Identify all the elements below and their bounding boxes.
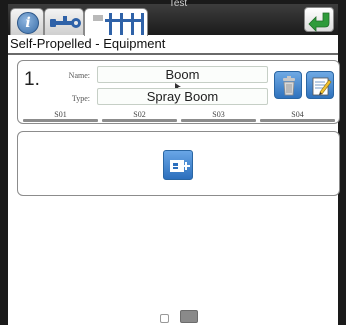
tab-info[interactable]: i <box>10 8 44 35</box>
section-bar <box>23 119 98 122</box>
delete-button[interactable] <box>274 71 302 99</box>
add-equipment-card <box>17 131 340 196</box>
add-equipment-button[interactable] <box>163 150 193 180</box>
tab-tools[interactable] <box>44 8 84 35</box>
page-indicator-1[interactable] <box>160 314 169 323</box>
name-field[interactable]: Boom <box>97 66 268 83</box>
trash-icon <box>283 76 295 96</box>
top-bar: Test i <box>8 0 338 36</box>
type-label: Type: <box>71 94 90 103</box>
equipment-number: 1. <box>24 69 40 90</box>
page-indicator-2-active[interactable] <box>180 310 198 323</box>
section-label: S01 <box>54 110 67 119</box>
section-row: S01 S02 S03 S04 <box>21 110 336 122</box>
page-title: Self-Propelled - Equipment <box>10 36 166 51</box>
section-bar <box>102 119 177 122</box>
add-equipment-icon <box>170 160 190 172</box>
edit-button[interactable] <box>306 71 334 99</box>
section-label: S04 <box>291 110 304 119</box>
info-icon: i <box>17 12 39 34</box>
name-label: Name: <box>68 71 90 80</box>
back-button[interactable] <box>304 7 334 32</box>
section-label: S03 <box>212 110 225 119</box>
section-bar <box>260 119 335 122</box>
tools-icon <box>50 16 81 28</box>
back-arrow-icon <box>308 12 330 32</box>
window-title: Test <box>168 0 188 9</box>
edit-notepad-icon <box>312 77 332 96</box>
section-s04[interactable]: S04 <box>258 110 337 122</box>
section-s02[interactable]: S02 <box>100 110 179 122</box>
equipment-card[interactable]: 1. Name: Boom Type: Spray Boom S01 S02 S… <box>17 60 340 124</box>
title-divider <box>8 53 338 55</box>
section-s01[interactable]: S01 <box>21 110 100 122</box>
section-s03[interactable]: S03 <box>179 110 258 122</box>
type-field[interactable]: Spray Boom <box>97 88 268 105</box>
section-label: S02 <box>133 110 146 119</box>
tab-equipment[interactable] <box>84 8 148 36</box>
section-bar <box>181 119 256 122</box>
equipment-icon <box>93 13 144 35</box>
